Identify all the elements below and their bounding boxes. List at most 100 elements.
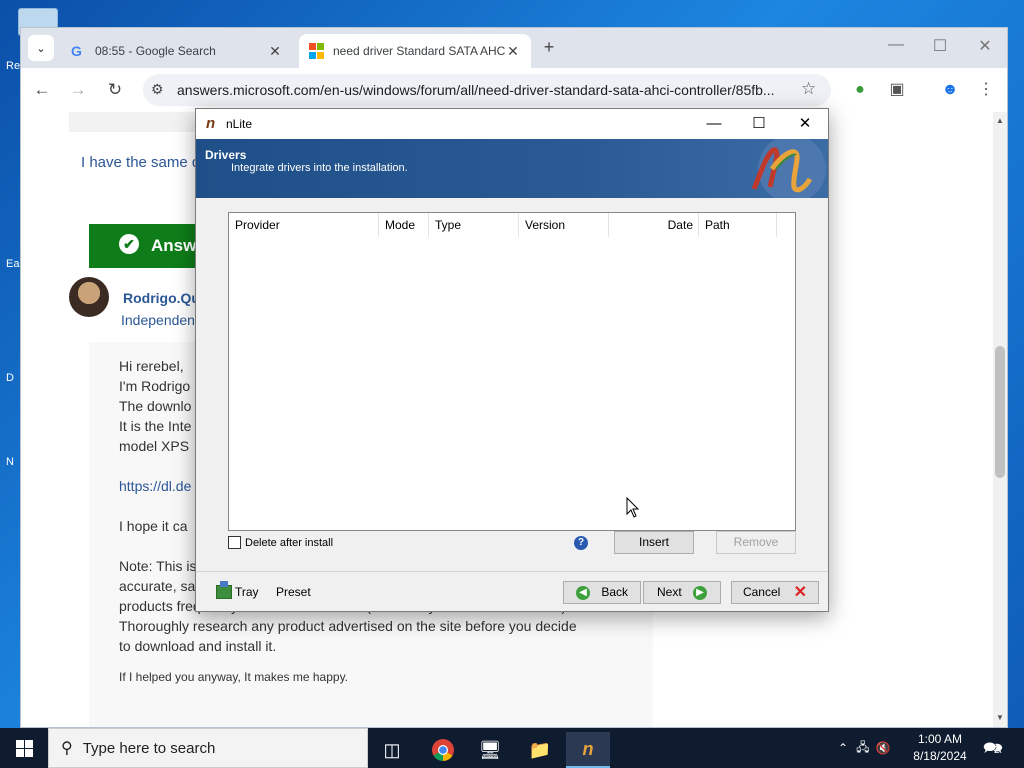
extension-globe-icon[interactable]: ● <box>849 79 871 101</box>
taskbar: ⚲ Type here to search ◫ 🖥 📁 n ⌃ 🖧 🔇 1:00… <box>0 728 1024 768</box>
delete-after-install-checkbox[interactable]: Delete after install <box>228 536 333 549</box>
dialog-title: nLite <box>226 117 253 131</box>
user-name-link[interactable]: Rodrigo.Qu <box>123 290 200 306</box>
close-window-button[interactable]: ✕ <box>970 36 1000 56</box>
close-tab-icon[interactable]: ✕ <box>267 43 283 60</box>
back-arrow-icon[interactable]: ← <box>30 78 54 102</box>
user-title: Independen <box>121 312 195 328</box>
column-date[interactable]: Date <box>609 213 699 237</box>
back-arrow-icon: ◀ <box>575 585 590 600</box>
tab-microsoft-answers[interactable]: need driver Standard SATA AHC ✕ <box>299 34 531 68</box>
notification-center-button[interactable]: 🗪 2 <box>982 737 1004 759</box>
desktop-icon-label[interactable]: Ea <box>6 258 19 270</box>
minimize-button[interactable]: — <box>881 36 911 54</box>
avatar[interactable] <box>69 277 109 317</box>
url-text[interactable]: answers.microsoft.com/en-us/windows/foru… <box>177 82 787 98</box>
tab-title: need driver Standard SATA AHC <box>333 44 505 58</box>
check-circle-icon: ✔ <box>119 234 139 254</box>
column-provider[interactable]: Provider <box>229 213 379 237</box>
driver-download-link[interactable]: https://dl.de <box>119 478 191 494</box>
address-bar[interactable]: ⚙ answers.microsoft.com/en-us/windows/fo… <box>143 74 831 106</box>
windows-logo-icon <box>15 739 33 757</box>
dialog-title-bar[interactable]: n nLite — ☐ ✕ <box>196 109 828 139</box>
network-icon[interactable]: 🖧 <box>856 738 869 759</box>
same-question-button[interactable]: I have the same q <box>81 154 200 171</box>
google-icon: G <box>71 43 82 59</box>
remove-button[interactable]: Remove <box>716 531 796 554</box>
reply-line: accurate, sa <box>119 578 196 594</box>
checkbox-box[interactable] <box>228 536 241 549</box>
new-tab-button[interactable]: + <box>537 37 561 61</box>
nlite-taskbar-icon[interactable]: n <box>566 732 610 768</box>
reply-line: Hi rerebel, <box>119 358 184 374</box>
extensions-puzzle-icon[interactable]: ▣ <box>886 79 908 101</box>
reply-line: I hope it ca <box>119 518 188 534</box>
bookmark-star-icon[interactable]: ☆ <box>801 79 816 99</box>
tab-title: 08:55 - Google Search <box>95 44 216 58</box>
task-view-icon[interactable]: ◫ <box>370 732 414 768</box>
reload-icon[interactable]: ↻ <box>103 78 127 102</box>
drivers-list[interactable]: Provider Mode Type Version Date Path <box>228 212 796 531</box>
dialog-close-button[interactable]: ✕ <box>790 113 820 135</box>
desktop-icon-label[interactable]: Re <box>6 60 20 72</box>
menu-kebab-icon[interactable]: ⋮ <box>975 79 997 101</box>
reply-line: Note: This is <box>119 558 197 574</box>
cancel-x-icon: ✕ <box>793 584 808 602</box>
answer-label: Answ <box>151 236 197 255</box>
reply-footer-note: If I helped you anyway, It makes me happ… <box>119 670 349 684</box>
scrollbar-thumb[interactable] <box>995 346 1005 478</box>
back-label: Back <box>601 585 629 599</box>
dialog-header: Drivers Integrate drivers into the insta… <box>196 139 828 198</box>
checkbox-label: Delete after install <box>245 536 334 549</box>
tab-search-button[interactable]: ⌄ <box>28 35 54 61</box>
nlite-logo-icon: n <box>206 115 216 132</box>
column-type[interactable]: Type <box>429 213 519 237</box>
next-button[interactable]: Next ▶ <box>643 581 721 604</box>
preset-button[interactable]: Preset <box>276 585 311 599</box>
search-icon: ⚲ <box>61 740 73 757</box>
file-explorer-icon[interactable]: 📁 <box>518 732 562 768</box>
insert-button[interactable]: Insert <box>614 531 694 554</box>
tray-button[interactable]: Tray <box>216 581 259 599</box>
clock[interactable]: 1:00 AM 8/18/2024 <box>908 731 972 765</box>
chrome-logo-icon <box>432 739 454 761</box>
nlite-banner-logo-icon <box>751 139 826 198</box>
dialog-maximize-button[interactable]: ☐ <box>744 113 774 135</box>
notification-count: 2 <box>994 745 1000 756</box>
preset-label: Preset <box>276 585 311 599</box>
site-info-icon[interactable]: ⚙ <box>151 81 164 98</box>
page-scrollbar[interactable]: ▲ ▼ <box>993 112 1007 727</box>
column-path[interactable]: Path <box>699 213 777 237</box>
clock-date: 8/18/2024 <box>913 749 967 763</box>
back-button[interactable]: ◀ Back <box>563 581 641 604</box>
desktop-icon-label[interactable]: N <box>6 456 14 468</box>
help-icon[interactable]: ? <box>574 536 588 550</box>
reply-line: I'm Rodrigo <box>119 378 191 394</box>
close-tab-icon[interactable]: ✕ <box>505 43 521 60</box>
cancel-button[interactable]: Cancel ✕ <box>731 581 819 604</box>
taskbar-search[interactable]: ⚲ Type here to search <box>48 728 368 768</box>
clock-time: 1:00 AM <box>917 732 963 746</box>
tab-strip: ⌄ G 08:55 - Google Search ✕ need driver … <box>21 28 1007 68</box>
tray-icon <box>216 581 232 599</box>
tray-label: Tray <box>235 585 259 599</box>
dialog-minimize-button[interactable]: — <box>699 113 729 135</box>
chrome-taskbar-icon[interactable] <box>421 732 465 768</box>
column-mode[interactable]: Mode <box>379 213 429 237</box>
volume-muted-icon[interactable]: 🔇 <box>875 741 890 755</box>
chevron-up-icon[interactable]: ⌃ <box>838 741 848 755</box>
column-version[interactable]: Version <box>519 213 609 237</box>
desktop-icon-label[interactable]: D <box>6 372 14 384</box>
tab-google-search[interactable]: G 08:55 - Google Search ✕ <box>61 34 293 68</box>
scroll-up-icon[interactable]: ▲ <box>993 116 1007 125</box>
profile-icon[interactable]: ☻ <box>939 79 961 101</box>
nlite-dialog: n nLite — ☐ ✕ Drivers Integrate drivers … <box>195 108 829 612</box>
forward-arrow-icon[interactable]: → <box>66 78 90 102</box>
start-button[interactable] <box>0 728 48 768</box>
maximize-button[interactable]: ☐ <box>925 36 955 56</box>
list-header: Provider Mode Type Version Date Path <box>229 213 777 237</box>
divider <box>196 571 828 572</box>
system-tray: ⌃ 🖧 🔇 <box>838 728 890 768</box>
remote-desktop-icon[interactable]: 🖥 <box>468 732 512 768</box>
scroll-down-icon[interactable]: ▼ <box>993 713 1007 722</box>
